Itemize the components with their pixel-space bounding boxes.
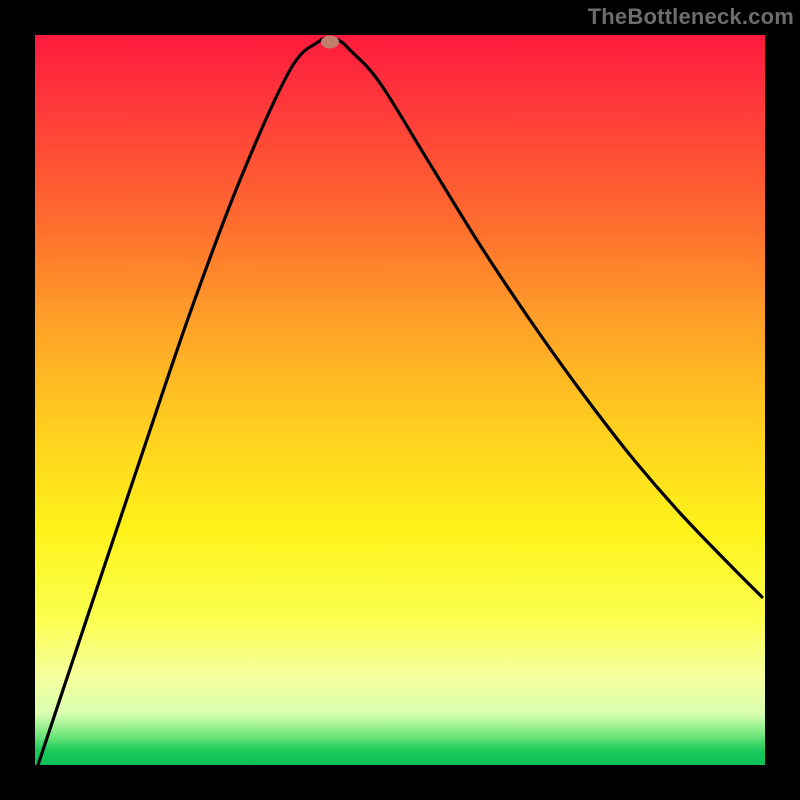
gradient-plot-area [35,35,765,765]
bottleneck-curve [38,38,762,765]
minimum-marker-icon [321,36,339,49]
chart-frame: TheBottleneck.com [0,0,800,800]
curve-svg [35,35,765,765]
watermark-text: TheBottleneck.com [588,4,794,30]
